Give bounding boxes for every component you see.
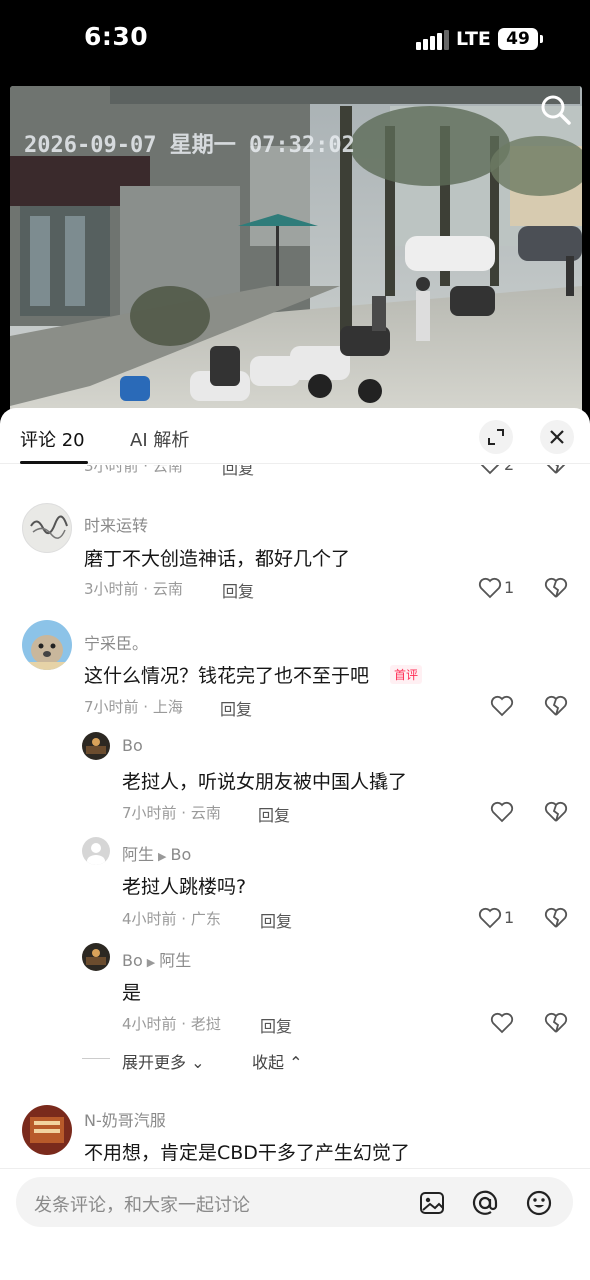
comment-text: 不用想，肯定是CBD干多了产生幻觉了	[84, 1142, 410, 1164]
like-count: 1	[504, 578, 515, 597]
comment-text: 磨丁不大创造神话，都好几个了	[84, 548, 351, 570]
broken-heart-icon[interactable]	[544, 1012, 568, 1034]
comment-tabs: 评论 20 AI 解析	[0, 408, 590, 464]
comment-username[interactable]: N-奶哥汽服	[84, 1107, 166, 1131]
video-frame: 2026-09-07 星期一 07:32:02	[10, 86, 582, 416]
reply-author[interactable]: 阿生	[122, 845, 154, 864]
expand-divider	[82, 1058, 110, 1059]
emoji-icon[interactable]	[525, 1189, 553, 1217]
broken-heart-icon[interactable]	[544, 801, 568, 823]
avatar[interactable]	[22, 620, 72, 670]
reply-target[interactable]: 阿生	[159, 951, 191, 970]
reply-meta: 7小时前 · 云南	[122, 804, 221, 822]
reply-meta: 4小时前 · 老挝	[122, 1015, 221, 1033]
reply-button[interactable]: 回复	[220, 696, 252, 720]
avatar[interactable]	[82, 732, 110, 760]
reply-button[interactable]: 回复	[258, 802, 290, 826]
reply-button[interactable]: 回复	[222, 578, 254, 602]
status-bar: 6:30 LTE 49	[0, 0, 590, 80]
heart-icon[interactable]	[478, 907, 502, 929]
reply-username: Bo ▶ 阿生	[122, 947, 191, 971]
close-icon[interactable]	[540, 420, 574, 454]
reply-button[interactable]: 回复	[260, 1013, 292, 1037]
reply-target[interactable]: Bo	[170, 845, 191, 864]
reply-meta: 4小时前 · 广东	[122, 910, 221, 928]
collapse-label: 收起	[252, 1053, 285, 1072]
like-count: 1	[504, 908, 515, 927]
comment-sheet: 评论 20 AI 解析 3小时前 · 云南 回复 2	[0, 408, 590, 1280]
reply-button[interactable]: 回复	[260, 908, 292, 932]
reply-username[interactable]: Bo	[122, 736, 143, 755]
avatar[interactable]	[82, 837, 110, 865]
comment-meta: 3小时前 · 云南	[84, 580, 183, 598]
avatar[interactable]	[22, 503, 72, 553]
expand-more-button[interactable]: 展开更多 ⌄	[122, 1049, 205, 1073]
heart-icon[interactable]	[490, 801, 514, 823]
comment-username[interactable]: 时来运转	[84, 512, 148, 536]
avatar[interactable]	[82, 943, 110, 971]
expand-more-label: 展开更多	[122, 1053, 187, 1072]
reply-username: 阿生 ▶ Bo	[122, 841, 191, 865]
comment-text: 这什么情况？钱花完了也不至于吧	[84, 665, 370, 687]
comment-input[interactable]: 发条评论，和大家一起讨论	[16, 1177, 573, 1227]
heart-icon[interactable]	[478, 577, 502, 599]
reply-button[interactable]: 回复	[222, 465, 254, 479]
battery-indicator: 49	[498, 28, 543, 50]
heart-icon[interactable]	[478, 465, 502, 475]
broken-heart-icon[interactable]	[544, 465, 568, 475]
broken-heart-icon[interactable]	[544, 695, 568, 717]
heart-icon[interactable]	[490, 1012, 514, 1034]
comment-meta: 7小时前 · 上海	[84, 698, 183, 716]
first-comment-badge: 首评	[390, 665, 423, 684]
comment-list[interactable]: 3小时前 · 云南 回复 2 时来运转 磨丁不大创造神话，都好几个了 3小时前 …	[0, 465, 590, 1168]
active-tab-indicator	[20, 461, 88, 464]
avatar[interactable]	[22, 1105, 72, 1155]
at-icon[interactable]	[471, 1189, 499, 1217]
status-time: 6:30	[84, 22, 149, 51]
expand-icon[interactable]	[479, 420, 513, 454]
search-icon[interactable]	[538, 92, 574, 128]
heart-icon[interactable]	[490, 695, 514, 717]
tab-comments[interactable]: 评论 20	[20, 426, 85, 452]
reply-arrow-icon: ▶	[158, 850, 167, 863]
broken-heart-icon[interactable]	[544, 577, 568, 599]
collapse-button[interactable]: 收起 ⌃	[252, 1049, 303, 1073]
chevron-down-icon: ⌄	[191, 1053, 205, 1072]
comment-input-bar: 发条评论，和大家一起讨论	[0, 1168, 590, 1280]
broken-heart-icon[interactable]	[544, 907, 568, 929]
comment-meta: 3小时前 · 云南	[84, 465, 183, 475]
image-icon[interactable]	[418, 1189, 446, 1217]
tab-ai-analysis[interactable]: AI 解析	[130, 426, 189, 452]
reply-text: 老挝人，听说女朋友被中国人撬了	[122, 771, 408, 793]
signal-icon	[416, 30, 449, 50]
comment-username[interactable]: 宁采臣。	[84, 630, 148, 654]
reply-author[interactable]: Bo	[122, 951, 143, 970]
reply-text: 老挝人跳楼吗?	[122, 876, 247, 898]
reply-arrow-icon: ▶	[146, 956, 156, 969]
comment-input-placeholder: 发条评论，和大家一起讨论	[34, 1195, 250, 1216]
video-player[interactable]: 2026-09-07 星期一 07:32:02	[10, 86, 582, 416]
chevron-up-icon: ⌃	[289, 1053, 303, 1072]
reply-text: 是	[122, 982, 142, 1004]
network-type: LTE	[456, 28, 491, 50]
like-count: 2	[504, 465, 514, 474]
video-timestamp: 2026-09-07 星期一 07:32:02	[24, 133, 355, 158]
